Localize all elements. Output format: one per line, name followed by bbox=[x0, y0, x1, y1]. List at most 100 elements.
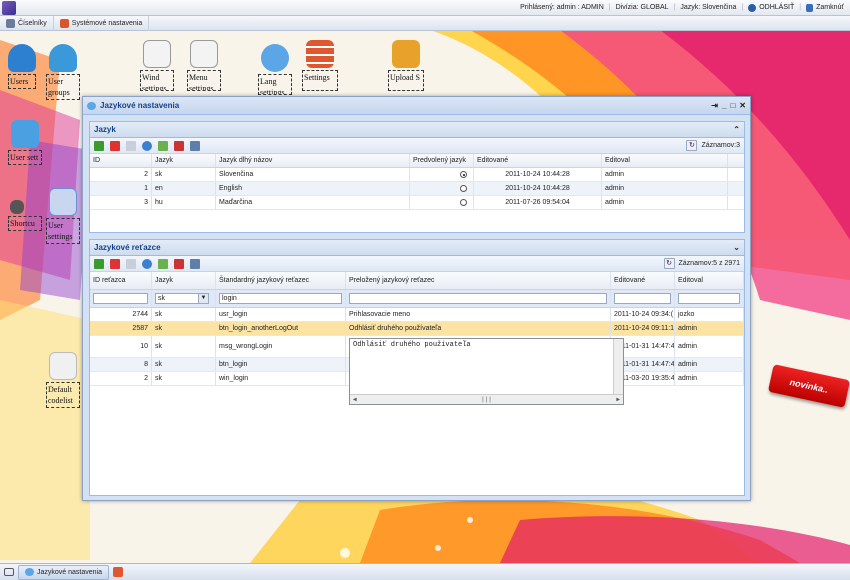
col-edited-by[interactable]: Editoval bbox=[602, 154, 728, 167]
col-edited[interactable]: Editované bbox=[474, 154, 602, 167]
translation-editor-textarea[interactable]: Odhlásiť druhého používateľa ◀ ||| ▶ bbox=[349, 338, 624, 405]
menu-item-codelists[interactable]: Číselníky bbox=[0, 15, 54, 31]
desktop-icon-language-settings[interactable]: Lang settings bbox=[258, 44, 292, 95]
default-radio[interactable] bbox=[460, 199, 467, 206]
collapse-icon[interactable]: ⌄ bbox=[733, 243, 740, 252]
table-row[interactable]: 1 en English 2011-10-24 10:44:28 admin bbox=[90, 182, 744, 196]
codelist-icon bbox=[49, 352, 77, 380]
strings-panel-header[interactable]: Jazykové reťazce ⌄ bbox=[90, 240, 744, 256]
tools-icon[interactable] bbox=[190, 258, 200, 269]
collapse-icon[interactable]: ⌃ bbox=[733, 125, 740, 134]
maximize-icon[interactable]: □ bbox=[730, 101, 735, 110]
col-lang[interactable]: Jazyk bbox=[152, 154, 216, 167]
strings-toolbar: ↻ Záznamov:5 z 2971 bbox=[90, 256, 744, 272]
window-icon bbox=[87, 101, 96, 110]
col-id[interactable]: ID bbox=[90, 154, 152, 167]
edit-icon[interactable] bbox=[126, 140, 136, 151]
top-bar: Prihlásený: admin : ADMIN | Divízia: GLO… bbox=[0, 0, 850, 16]
filter-id-input[interactable] bbox=[93, 293, 148, 304]
col-lang[interactable]: Jazyk bbox=[152, 272, 216, 289]
desktop-icon[interactable] bbox=[4, 568, 14, 576]
filter-row: sk ▼ login bbox=[90, 290, 744, 308]
default-radio[interactable] bbox=[460, 171, 467, 178]
language-count: Záznamov:3 bbox=[701, 142, 740, 149]
language-grid-header: ID Jazyk Jazyk dlhý názov Predvolený jaz… bbox=[90, 154, 744, 168]
col-standard[interactable]: Štandardný jazykový reťazec bbox=[216, 272, 346, 289]
default-radio[interactable] bbox=[460, 185, 467, 192]
filter-lang-select[interactable]: sk ▼ bbox=[155, 293, 209, 304]
desktop-icon-window-settings[interactable]: Wind settings bbox=[140, 40, 174, 91]
table-row[interactable]: 2744 sk usr_login Prihlasovacie meno 201… bbox=[90, 308, 744, 322]
codelist-menu-icon bbox=[6, 18, 15, 28]
add-icon[interactable] bbox=[94, 258, 104, 269]
desktop-icon-user-sett[interactable]: User sett bbox=[8, 120, 42, 165]
filter-edited-by-input[interactable] bbox=[678, 293, 740, 304]
reject-icon[interactable] bbox=[174, 258, 184, 269]
language-label[interactable]: Jazyk: Slovenčina bbox=[680, 4, 736, 11]
window-icon bbox=[25, 568, 34, 576]
filter-edited-input[interactable] bbox=[614, 293, 671, 304]
taskbar-item-language-settings[interactable]: Jazykové nastavenia bbox=[18, 564, 109, 580]
language-toolbar: ↻ Záznamov:3 bbox=[90, 138, 744, 154]
menu-item-system-settings[interactable]: Systémové nastavenia bbox=[54, 15, 150, 31]
delete-icon[interactable] bbox=[110, 140, 120, 151]
editor-text: Odhlásiť druhého používateľa bbox=[353, 341, 471, 349]
user-settings-icon bbox=[11, 120, 39, 148]
vertical-scrollbar[interactable] bbox=[613, 339, 623, 395]
desktop-icon-default-codelist[interactable]: Default codelist bbox=[46, 352, 80, 408]
app-logo-icon bbox=[2, 0, 16, 15]
desktop-icon-shortcut[interactable]: Shortcu bbox=[8, 200, 42, 231]
col-edited[interactable]: Editované bbox=[611, 272, 675, 289]
export-icon[interactable]: ↻ bbox=[686, 140, 698, 151]
export-icon[interactable]: ↻ bbox=[663, 258, 675, 269]
table-row-selected[interactable]: 2587 sk btn_login_anotherLogOut Odhlásiť… bbox=[90, 322, 744, 336]
col-string-id[interactable]: ID reťazca bbox=[90, 272, 152, 289]
language-panel-header[interactable]: Jazyk ⌃ bbox=[90, 122, 744, 138]
user-groups-icon bbox=[49, 44, 77, 72]
table-row[interactable]: 2 sk Slovenčina 2011-10-24 10:44:28 admi… bbox=[90, 168, 744, 182]
settings-icon bbox=[306, 40, 334, 68]
language-panel: Jazyk ⌃ ↻ Záznamov:3 ID Jazyk Jazyk dlhý… bbox=[89, 121, 745, 233]
strings-count: Záznamov:5 z 2971 bbox=[678, 260, 740, 267]
minimize-icon[interactable]: _ bbox=[722, 101, 726, 110]
refresh-icon[interactable] bbox=[142, 258, 152, 269]
desktop-icon-users[interactable]: Users bbox=[8, 44, 36, 89]
tools-icon[interactable] bbox=[190, 140, 200, 151]
menu-item-label: Číselníky bbox=[18, 19, 47, 27]
taskbar: Jazykové nastavenia bbox=[0, 563, 850, 580]
desktop-icon-settings[interactable]: Settings bbox=[302, 40, 338, 91]
pin-icon[interactable]: ⇥ bbox=[711, 101, 718, 110]
accept-icon[interactable] bbox=[158, 140, 168, 151]
add-icon[interactable] bbox=[94, 140, 104, 151]
logged-in-user: Prihlásený: admin : ADMIN bbox=[520, 4, 604, 11]
scroll-left-icon[interactable]: ◀ bbox=[353, 396, 357, 403]
scroll-right-icon[interactable]: ▶ bbox=[616, 396, 620, 403]
window-titlebar[interactable]: Jazykové nastavenia ⇥ _ □ ✕ bbox=[83, 97, 750, 115]
logout-link[interactable]: ODHLÁSIŤ bbox=[759, 4, 794, 11]
reject-icon[interactable] bbox=[174, 140, 184, 151]
edit-icon[interactable] bbox=[126, 258, 136, 269]
desktop-icon-upload[interactable]: Upload S bbox=[388, 40, 424, 91]
close-all-icon[interactable] bbox=[112, 567, 123, 577]
horizontal-scrollbar[interactable]: ◀ ||| ▶ bbox=[350, 394, 623, 404]
lock-link[interactable]: Zamknúť bbox=[816, 4, 844, 11]
filter-translated-input[interactable] bbox=[349, 293, 607, 304]
desktop-icon-user-groups[interactable]: User groups bbox=[46, 44, 80, 100]
col-default[interactable]: Predvolený jazyk bbox=[410, 154, 474, 167]
table-row[interactable]: 3 hu Maďarčina 2011-07-26 09:54:04 admin bbox=[90, 196, 744, 210]
desktop-icon-menu-settings[interactable]: Menu settings bbox=[187, 40, 221, 91]
col-translated[interactable]: Preložený jazykový reťazec bbox=[346, 272, 611, 289]
window-title: Jazykové nastavenia bbox=[100, 101, 180, 110]
close-icon[interactable]: ✕ bbox=[739, 101, 746, 110]
strings-panel-title: Jazykové reťazce bbox=[94, 243, 161, 252]
scroll-thumb[interactable]: ||| bbox=[481, 396, 492, 403]
accept-icon[interactable] bbox=[158, 258, 168, 269]
desktop-icon-user-settings[interactable]: User settings bbox=[46, 188, 80, 244]
user-info: Prihlásený: admin : ADMIN | Divízia: GLO… bbox=[520, 3, 844, 12]
refresh-icon[interactable] bbox=[142, 140, 152, 151]
filter-standard-input[interactable]: login bbox=[219, 293, 342, 304]
col-edited-by[interactable]: Editoval bbox=[675, 272, 744, 289]
window-settings-icon bbox=[143, 40, 171, 68]
delete-icon[interactable] bbox=[110, 258, 120, 269]
col-lang-name[interactable]: Jazyk dlhý názov bbox=[216, 154, 410, 167]
